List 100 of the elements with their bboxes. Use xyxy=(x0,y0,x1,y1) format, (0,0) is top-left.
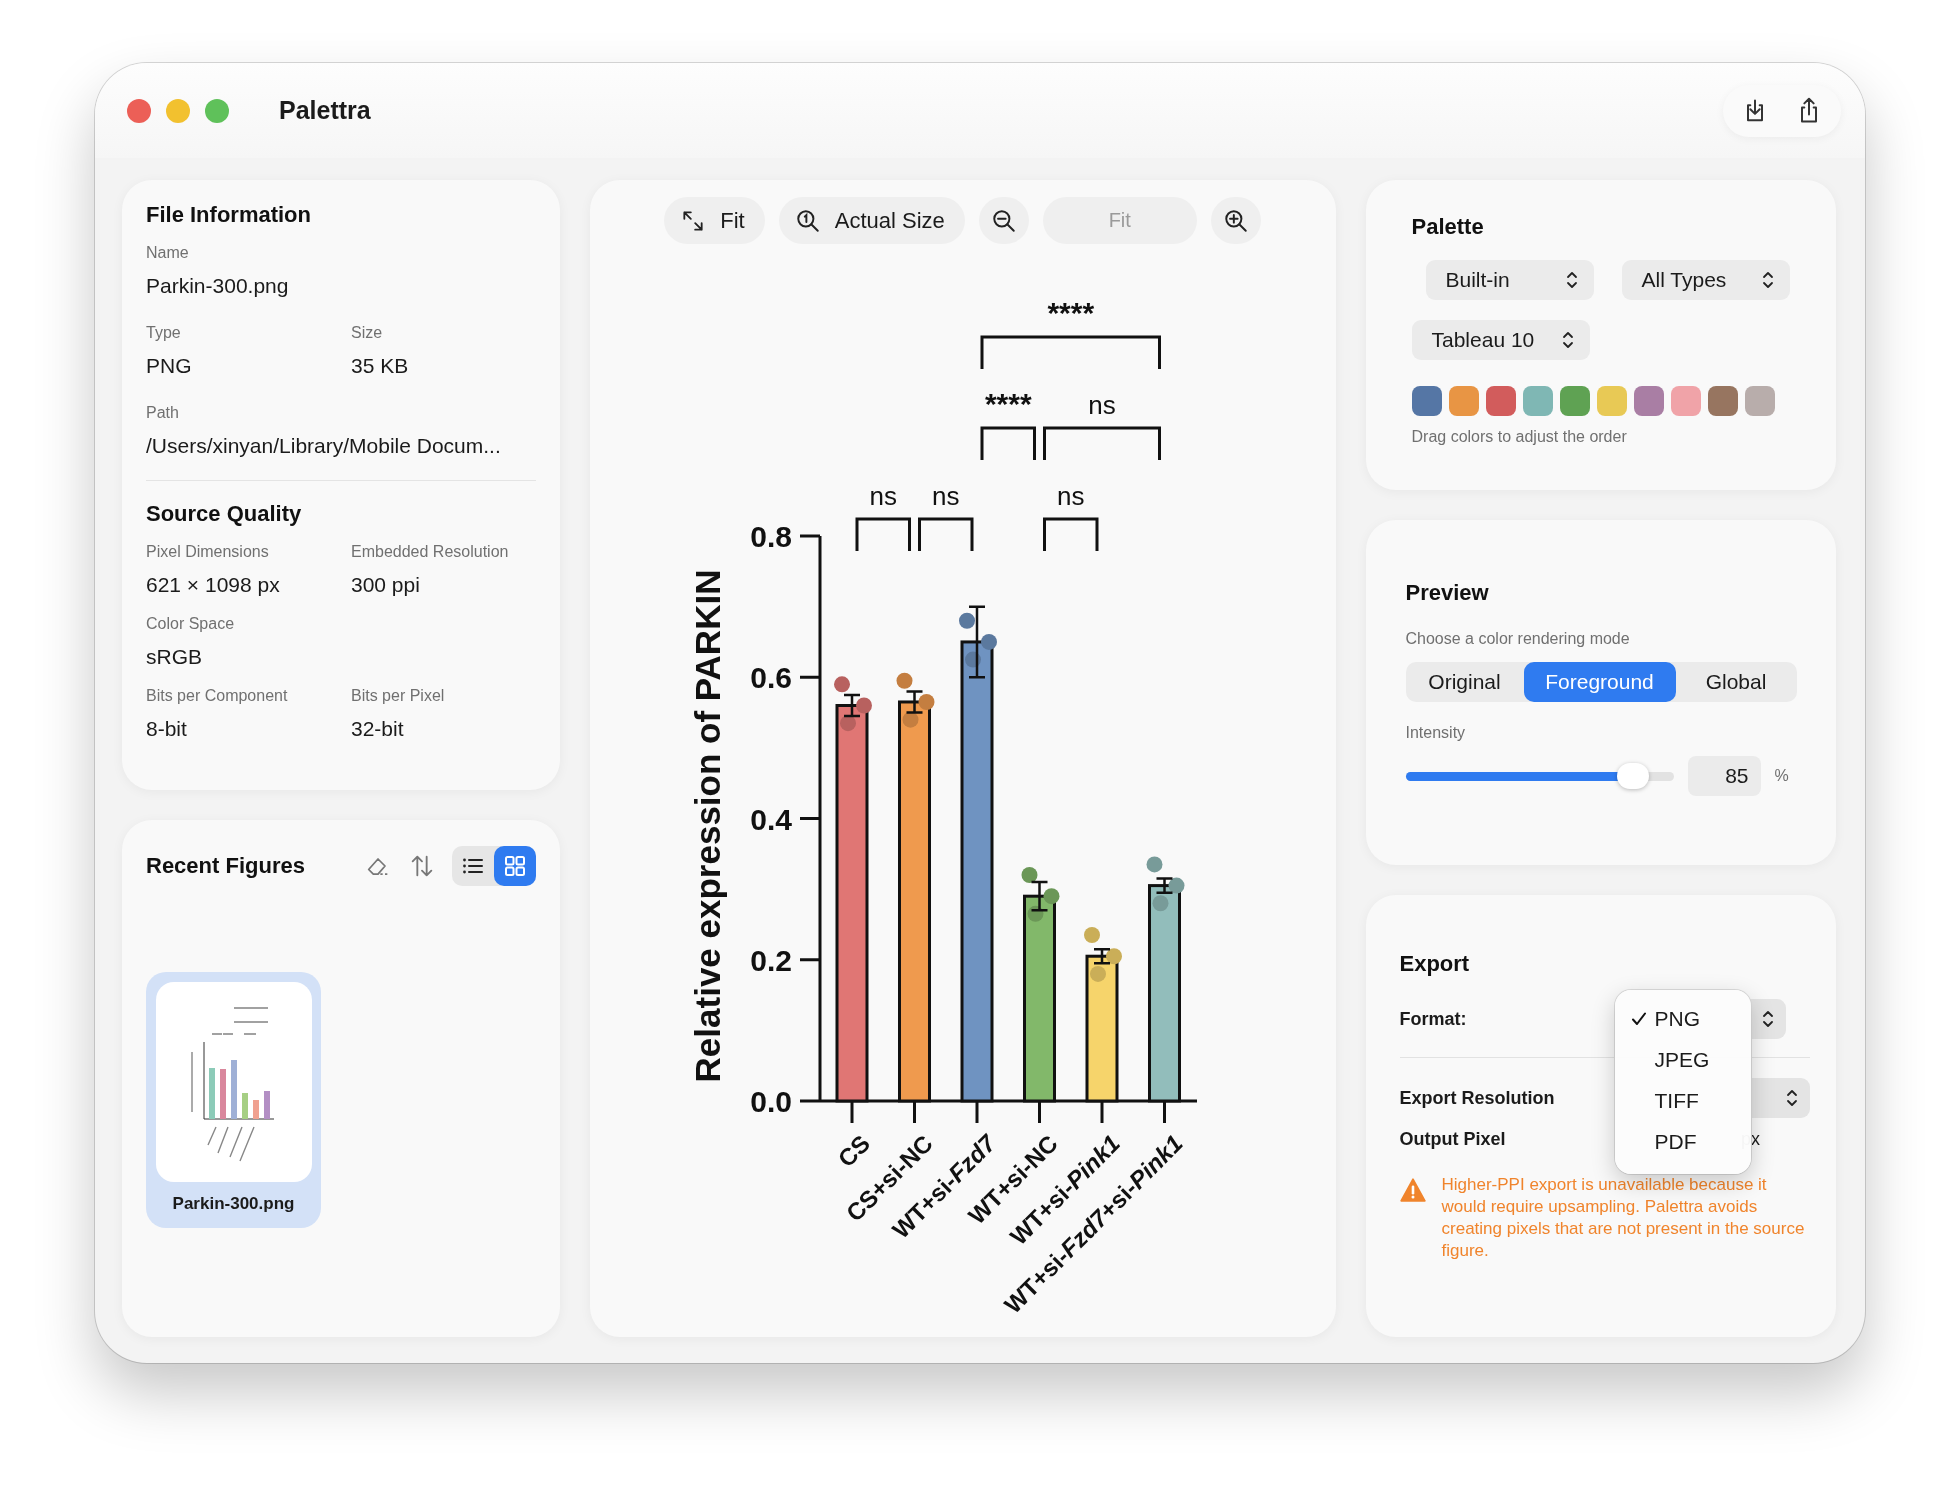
significance-label: ns xyxy=(1056,481,1084,511)
chevron-icon xyxy=(1786,1088,1798,1108)
data-point xyxy=(855,697,872,714)
fit-button[interactable]: Fit xyxy=(664,197,765,244)
field-label: Name xyxy=(146,244,190,262)
field-value: 35 KB xyxy=(351,354,410,378)
error-bar xyxy=(1092,947,1111,965)
mode-option[interactable]: Foreground xyxy=(1523,662,1676,702)
field-value: 32-bit xyxy=(351,717,405,741)
menu-item[interactable]: TIFF xyxy=(1614,1080,1751,1121)
zoom-out-button[interactable] xyxy=(978,197,1029,244)
data-point xyxy=(918,693,934,710)
data-point xyxy=(1152,895,1168,912)
field-label: Bits per Component xyxy=(146,687,289,705)
section-subtitle: Choose a color rendering mode xyxy=(1405,630,1631,648)
figure-thumbnail[interactable]: Parkin-300.png xyxy=(146,972,321,1228)
section-title: Preview xyxy=(1405,580,1490,606)
data-point xyxy=(980,633,997,650)
magnifier-icon xyxy=(794,207,821,234)
color-swatch[interactable] xyxy=(1411,386,1442,416)
field-label: Pixel Dimensions xyxy=(146,543,270,561)
grid-view-button[interactable] xyxy=(493,846,536,886)
field-label: Output Pixel xyxy=(1399,1128,1506,1150)
color-swatch[interactable] xyxy=(1448,386,1479,416)
field-value: sRGB xyxy=(146,645,203,669)
data-point xyxy=(1168,877,1184,894)
zoom-in-button[interactable] xyxy=(1210,197,1261,244)
significance-label: ns xyxy=(869,481,897,511)
significance-label: **** xyxy=(984,387,1032,420)
warning-icon xyxy=(1399,1178,1426,1202)
tick-label: 0.2 xyxy=(749,943,792,977)
chevron-icon xyxy=(1561,330,1574,350)
warning-text: Higher-PPI export is unavailable because it would require upsampling. Palettra avoids creating pixels that are not present in the source figure. xyxy=(1441,1174,1806,1262)
field-label: Format: xyxy=(1399,1008,1467,1030)
data-point xyxy=(1089,965,1106,982)
palette-select[interactable]: Built-in xyxy=(1425,260,1594,300)
actual-size-button[interactable]: Actual Size xyxy=(778,197,965,244)
mode-option[interactable]: Global xyxy=(1675,662,1797,702)
color-swatch[interactable] xyxy=(1744,386,1775,416)
menu-item[interactable]: JPEG xyxy=(1614,1039,1751,1080)
section-title: Palette xyxy=(1411,214,1485,240)
error-bar xyxy=(1029,880,1049,912)
section-title: Recent Figures xyxy=(146,853,305,879)
section-title: File Information xyxy=(146,202,312,228)
field-value: 300 ppi xyxy=(351,573,421,597)
color-swatch[interactable] xyxy=(1633,386,1664,416)
chevron-icon xyxy=(1761,270,1774,290)
data-point xyxy=(958,612,975,629)
intensity-field[interactable]: 85 xyxy=(1687,756,1761,796)
color-swatch[interactable] xyxy=(1485,386,1516,416)
field-value: PNG xyxy=(146,354,193,378)
hint-text: Drag colors to adjust the order xyxy=(1411,428,1628,446)
palette-select[interactable]: All Types xyxy=(1621,260,1790,300)
section-title: Source Quality xyxy=(146,501,303,527)
thumbnail-label: Parkin-300.png xyxy=(172,1194,295,1214)
color-swatch[interactable] xyxy=(1707,386,1738,416)
palette-select[interactable]: Tableau 10 xyxy=(1411,320,1590,360)
menu-item[interactable]: PNG xyxy=(1614,998,1751,1039)
zoom-button[interactable] xyxy=(205,98,229,123)
field-label: Embedded Resolution xyxy=(351,543,510,561)
zoom-out-icon xyxy=(990,207,1017,234)
chevron-icon xyxy=(1762,1009,1774,1029)
error-bar xyxy=(1154,877,1174,894)
significance-label: **** xyxy=(1046,296,1094,329)
data-point xyxy=(896,672,912,689)
zoom-in-icon xyxy=(1222,207,1249,234)
data-point xyxy=(833,676,850,693)
significance-bracket xyxy=(980,426,1036,460)
field-label: Bits per Pixel xyxy=(351,687,446,705)
field-label: Size xyxy=(351,324,384,342)
significance-label: ns xyxy=(1087,390,1116,420)
field-value: /Users/xinyan/Library/Mobile Docum... xyxy=(146,434,502,458)
data-point xyxy=(1146,856,1162,873)
color-swatch[interactable] xyxy=(1670,386,1701,416)
close-button[interactable] xyxy=(127,98,151,123)
data-point xyxy=(1027,905,1043,922)
color-swatch[interactable] xyxy=(1559,386,1590,416)
tick-label: 0.4 xyxy=(749,802,792,836)
tick-label: 0.8 xyxy=(749,520,792,553)
chevron-icon xyxy=(1565,270,1578,290)
significance-label: ns xyxy=(931,481,959,511)
error-bar xyxy=(842,693,861,718)
significance-bracket xyxy=(1042,517,1098,551)
field-value: Parkin-300.png xyxy=(146,274,290,298)
field-label: Color Space xyxy=(146,615,236,633)
field-label: Path xyxy=(146,404,180,422)
slider-thumb[interactable] xyxy=(1617,763,1650,789)
slider-label: Intensity xyxy=(1405,724,1467,742)
data-point xyxy=(964,651,981,668)
tick-label: 0.0 xyxy=(749,1085,792,1118)
data-point xyxy=(1043,888,1059,905)
window-title: Palettra xyxy=(279,96,371,125)
significance-bracket xyxy=(855,517,911,551)
mode-option[interactable]: Original xyxy=(1405,662,1524,702)
data-point xyxy=(1021,867,1037,883)
field-label: Type xyxy=(146,324,182,342)
color-swatch[interactable] xyxy=(1522,386,1553,416)
error-bar xyxy=(904,690,924,714)
unit-label: % xyxy=(1774,767,1789,785)
color-swatch[interactable] xyxy=(1596,386,1627,416)
